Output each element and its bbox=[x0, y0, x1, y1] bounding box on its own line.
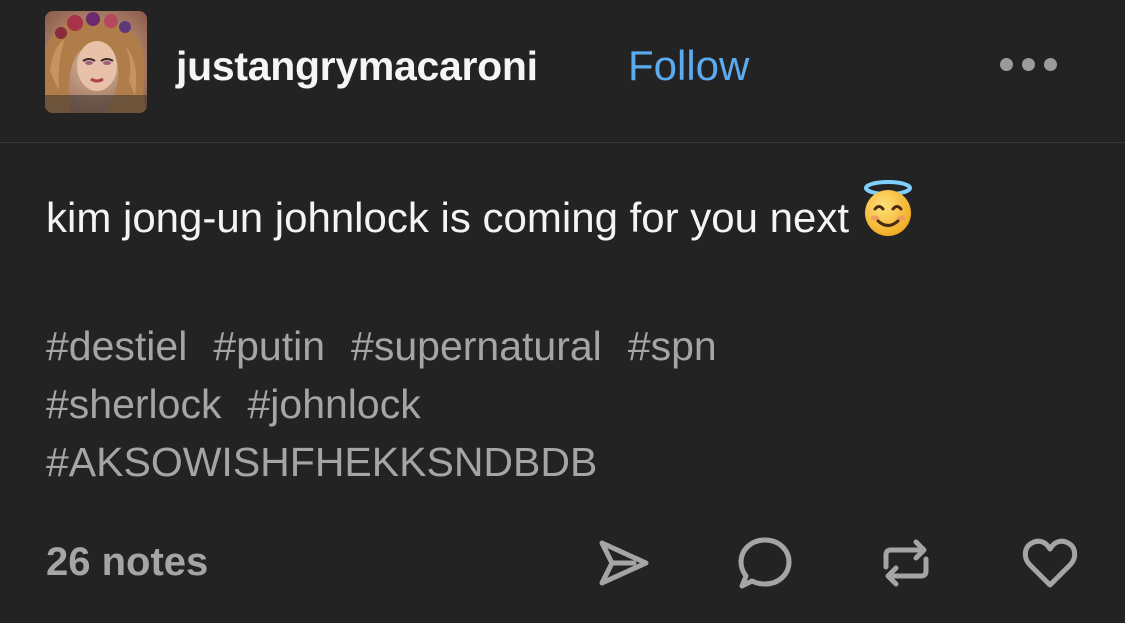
post-body: kim jong-un johnlock is coming for you n… bbox=[46, 179, 917, 251]
ellipsis-icon bbox=[1022, 58, 1035, 71]
more-options-button[interactable] bbox=[1000, 52, 1060, 76]
ellipsis-icon bbox=[1044, 58, 1057, 71]
author-username[interactable]: justangrymacaroni bbox=[176, 38, 538, 94]
share-button[interactable] bbox=[594, 533, 654, 593]
notes-count[interactable]: 26 notes bbox=[46, 534, 208, 590]
tag-spn[interactable]: #spn bbox=[628, 317, 717, 375]
tag-supernatural[interactable]: #supernatural bbox=[351, 317, 602, 375]
reply-button[interactable] bbox=[735, 533, 795, 593]
post-header: justangrymacaroni Follow bbox=[0, 0, 1125, 143]
reblog-icon bbox=[883, 539, 929, 587]
tag-destiel[interactable]: #destiel bbox=[46, 317, 187, 375]
like-button[interactable] bbox=[1020, 533, 1080, 593]
tag-sherlock[interactable]: #sherlock bbox=[46, 375, 221, 433]
post-body-text: kim jong-un johnlock is coming for you n… bbox=[46, 194, 850, 241]
reblog-button[interactable] bbox=[876, 533, 936, 593]
smiling-face-with-halo-icon bbox=[859, 179, 917, 251]
follow-button[interactable]: Follow bbox=[628, 38, 749, 94]
chat-bubble-icon bbox=[738, 537, 792, 589]
send-icon bbox=[599, 540, 649, 586]
avatar-image bbox=[45, 11, 147, 113]
avatar[interactable] bbox=[45, 11, 147, 113]
tag-aksowishfhekksndbdb[interactable]: #AKSOWISHFHEKKSNDBDB bbox=[46, 433, 597, 491]
tag-putin[interactable]: #putin bbox=[213, 317, 325, 375]
tag-johnlock[interactable]: #johnlock bbox=[247, 375, 420, 433]
ellipsis-icon bbox=[1000, 58, 1013, 71]
heart-icon bbox=[1022, 538, 1078, 588]
tag-list: #destiel #putin #supernatural #spn #sherloc… bbox=[46, 317, 1046, 491]
